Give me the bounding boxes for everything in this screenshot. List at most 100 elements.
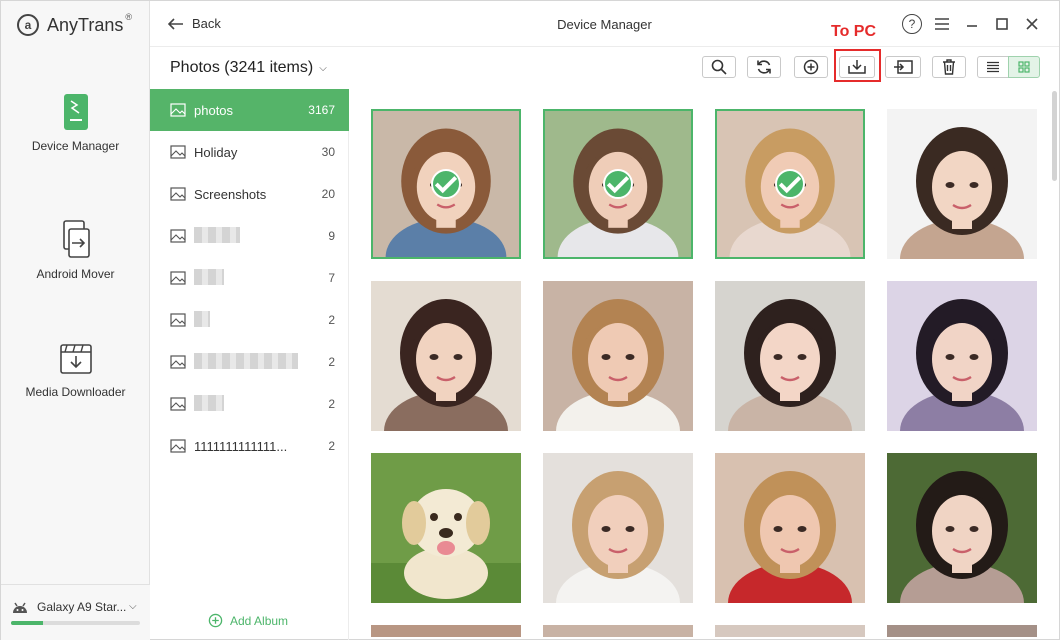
album-item[interactable]: 2 (150, 341, 349, 383)
refresh-icon (757, 60, 771, 74)
photo-thumbnail[interactable] (887, 453, 1037, 603)
plus-circle-icon (208, 613, 223, 628)
photo-thumbnail[interactable] (887, 625, 1037, 637)
blurred-album-name (194, 352, 298, 369)
album-count: 2 (328, 439, 335, 453)
transfer-icon (62, 220, 90, 258)
album-item[interactable]: 2 (150, 383, 349, 425)
photo-thumbnail[interactable] (543, 109, 693, 259)
storage-progress (11, 621, 140, 625)
maximize-button[interactable] (987, 12, 1017, 36)
blurred-album-name (194, 268, 224, 285)
checkmark-icon[interactable] (775, 169, 805, 199)
menu-icon (935, 18, 949, 30)
image-icon (170, 439, 186, 453)
brand-name: AnyTrans (47, 14, 124, 35)
chevron-down-icon[interactable]: ⌵ (129, 601, 137, 612)
album-item[interactable]: 2 (150, 299, 349, 341)
image-icon (170, 187, 186, 201)
close-icon (1026, 18, 1038, 30)
to-device-button[interactable] (885, 56, 921, 78)
nav-label: Media Downloader (25, 385, 126, 399)
nav-device-manager[interactable]: Device Manager (1, 93, 150, 153)
album-count: 20 (321, 187, 335, 201)
photo-thumbnail[interactable] (371, 453, 521, 603)
album-name (194, 268, 328, 288)
search-button[interactable] (702, 56, 736, 78)
album-name (194, 352, 328, 372)
photo-thumbnail[interactable] (887, 281, 1037, 431)
download-icon (59, 344, 92, 374)
grid-view-icon (1018, 61, 1030, 73)
delete-button[interactable] (932, 56, 966, 78)
photo-thumbnail[interactable] (715, 453, 865, 603)
image-icon (170, 271, 186, 285)
album-count: 2 (328, 313, 335, 327)
add-album-button[interactable]: Add Album (208, 613, 288, 628)
blurred-album-name (194, 310, 210, 327)
plus-circle-icon (803, 59, 819, 75)
photo-thumbnail[interactable] (887, 109, 1037, 259)
nav-android-mover[interactable]: Android Mover (1, 219, 150, 281)
grid-view-button[interactable] (1008, 56, 1040, 78)
photo-thumbnail[interactable] (543, 453, 693, 603)
minimize-icon (967, 25, 977, 27)
menu-button[interactable] (927, 12, 957, 36)
add-album-label: Add Album (230, 613, 289, 628)
photo-thumbnail[interactable] (715, 109, 865, 259)
trash-icon (943, 59, 955, 75)
app-window: a AnyTrans ® Device Manager Android Move… (0, 0, 1060, 640)
album-item[interactable]: Holiday 30 (150, 131, 349, 173)
photo-thumbnail[interactable] (371, 109, 521, 259)
album-list: 1111111111111... 2 2 2 2 7 9 Screenshots 20 Holid… (150, 89, 349, 640)
photo-thumbnail[interactable] (715, 281, 865, 431)
annotation-highlight (834, 49, 881, 82)
image-icon (170, 313, 186, 327)
help-button[interactable]: ? (897, 12, 927, 36)
refresh-button[interactable] (747, 56, 781, 78)
device-selector[interactable]: Galaxy A9 Star... ⌵ (1, 584, 150, 640)
photo-thumbnail[interactable] (371, 625, 521, 637)
window-controls: ? (897, 12, 1047, 36)
image-icon (170, 145, 186, 159)
image-icon (170, 229, 186, 243)
photo-thumbnail[interactable] (715, 625, 865, 637)
close-button[interactable] (1017, 12, 1047, 36)
search-icon (711, 59, 727, 75)
album-item[interactable]: 9 (150, 215, 349, 257)
album-count: 2 (328, 397, 335, 411)
scrollbar-thumb[interactable] (1052, 91, 1057, 181)
nav-label: Device Manager (31, 139, 120, 153)
help-icon: ? (902, 14, 922, 34)
brand-registered: ® (125, 12, 132, 22)
photo-thumbnail[interactable] (543, 281, 693, 431)
add-button[interactable] (794, 56, 828, 78)
anytrans-logo-icon: a (17, 14, 39, 36)
nav-media-downloader[interactable]: Media Downloader (1, 343, 150, 399)
checkmark-icon[interactable] (431, 169, 461, 199)
album-count: 2 (328, 355, 335, 369)
list-view-button[interactable] (977, 56, 1009, 78)
annotation-label: To PC (831, 23, 877, 40)
photo-thumbnail[interactable] (543, 625, 693, 637)
album-item[interactable]: 1111111111111... 2 (150, 425, 349, 467)
device-row: Galaxy A9 Star... (11, 599, 126, 615)
album-title-dropdown[interactable]: Photos (3241 items) ⌵ (170, 59, 327, 77)
album-count: 9 (328, 229, 335, 243)
album-name (194, 310, 328, 330)
photo-thumbnail[interactable] (371, 281, 521, 431)
title-bar: Back Device Manager ? (150, 1, 1059, 47)
album-count: 3167 (308, 103, 335, 117)
minimize-button[interactable] (957, 12, 987, 36)
album-name: Holiday (194, 144, 238, 160)
storage-progress-fill (11, 621, 44, 625)
scrollbar[interactable] (1052, 89, 1057, 629)
album-item[interactable]: 7 (150, 257, 349, 299)
to-device-icon (894, 60, 913, 74)
album-item[interactable]: photos 3167 (150, 89, 349, 131)
checkmark-icon[interactable] (603, 169, 633, 199)
photo-grid (350, 89, 1052, 640)
album-item[interactable]: Screenshots 20 (150, 173, 349, 215)
image-icon (170, 103, 186, 117)
album-name (194, 226, 328, 246)
